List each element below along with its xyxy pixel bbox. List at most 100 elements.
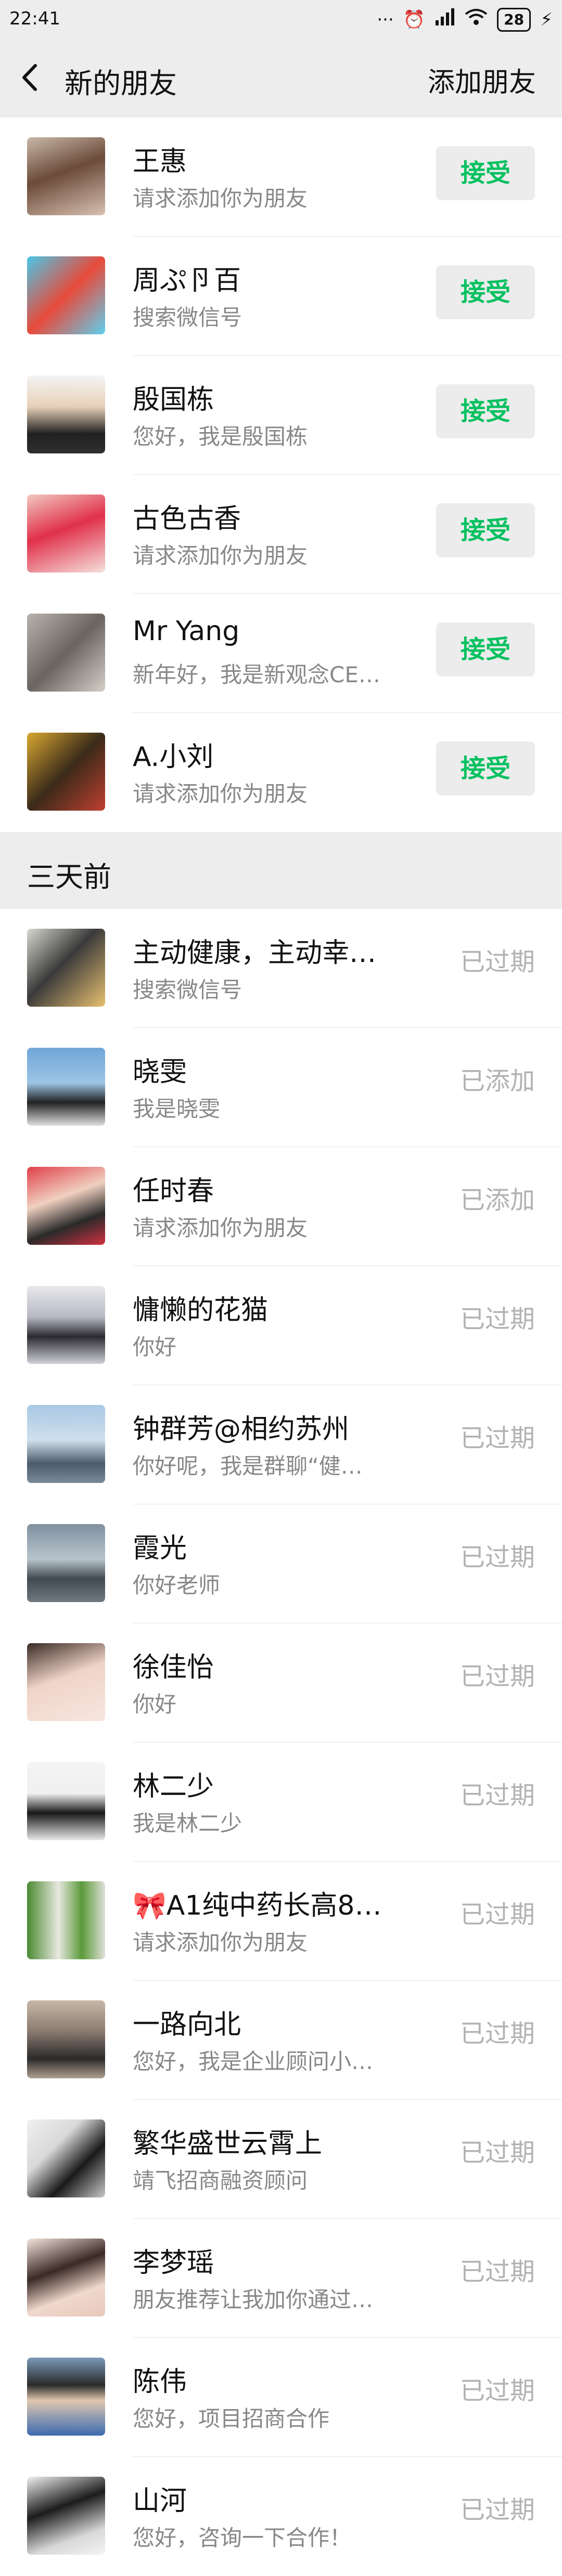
older-requests-list: 主动健康，主动幸… 搜索微信号 已过期 晓雯 我是晓雯 已添加 任时春 请求添加… [0, 909, 562, 2576]
request-row[interactable]: 🎀A1纯中药长高8… 请求添加你为朋友 已过期 [0, 1862, 562, 1981]
request-status: 已过期 [459, 1305, 535, 1334]
request-row[interactable]: 周ぷ卪百 搜索微信号 接受 [0, 237, 562, 356]
signal-icon [435, 6, 455, 33]
contact-name: 钟群芳@相约苏州 [133, 1414, 350, 1445]
avatar [27, 2358, 105, 2436]
request-message: 你好呢，我是群聊“健… [133, 1453, 363, 1479]
request-message: 您好，我是殷国栋 [133, 424, 308, 449]
request-row[interactable]: 任时春 请求添加你为朋友 已添加 [0, 1147, 562, 1266]
accept-button[interactable]: 接受 [436, 384, 535, 438]
request-message: 请求添加你为朋友 [133, 781, 308, 806]
request-status: 已过期 [459, 947, 535, 977]
contact-name: 繁华盛世云霄上 [133, 2128, 323, 2159]
avatar [27, 1762, 105, 1840]
request-row[interactable]: 山河 您好，咨询一下合作！ 已过期 [0, 2457, 562, 2576]
request-row[interactable]: 主动健康，主动幸… 搜索微信号 已过期 [0, 909, 562, 1028]
request-message: 我是林二少 [133, 1811, 242, 1836]
avatar [27, 1881, 105, 1959]
contact-name: 山河 [133, 2486, 187, 2517]
battery-indicator: 28 [497, 8, 531, 32]
add-friend-button[interactable]: 添加朋友 [428, 60, 536, 99]
contact-name: 一路向北 [133, 2009, 241, 2040]
request-status: 已过期 [459, 2138, 535, 2167]
request-row[interactable]: 殷国栋 您好，我是殷国栋 接受 [0, 356, 562, 475]
request-row[interactable]: 繁华盛世云霄上 靖飞招商融资顾问 已过期 [0, 2100, 562, 2219]
accept-button[interactable]: 接受 [436, 622, 535, 676]
request-row[interactable]: 徐佳怡 你好 已过期 [0, 1623, 562, 1742]
contact-name: 霞光 [133, 1533, 187, 1564]
request-row[interactable]: 王惠 请求添加你为朋友 接受 [0, 118, 562, 237]
avatar [27, 375, 105, 453]
contact-name: 任时春 [133, 1176, 214, 1207]
alarm-icon: ⏰ [403, 9, 426, 30]
page-title: 新的朋友 [65, 67, 177, 100]
accept-button[interactable]: 接受 [436, 503, 535, 557]
request-row[interactable]: 钟群芳@相约苏州 你好呢，我是群聊“健… 已过期 [0, 1385, 562, 1504]
contact-name: 徐佳怡 [133, 1652, 214, 1683]
contact-name: 殷国栋 [133, 384, 214, 415]
status-bar: 22:41 ··· ⏰ 28 ⚡ [0, 0, 562, 40]
status-time: 22:41 [9, 8, 60, 29]
contact-name: 慵懒的花猫 [133, 1295, 269, 1326]
request-row[interactable]: 晓雯 我是晓雯 已添加 [0, 1028, 562, 1147]
avatar [27, 256, 105, 334]
request-status: 已过期 [459, 2019, 535, 2048]
contact-name: 主动健康，主动幸… [133, 938, 377, 969]
avatar [27, 1286, 105, 1364]
request-status: 已添加 [459, 1066, 535, 1096]
avatar [27, 1524, 105, 1602]
request-status: 已过期 [459, 2257, 535, 2286]
request-row[interactable]: 林二少 我是林二少 已过期 [0, 1742, 562, 1862]
avatar [27, 2119, 105, 2197]
request-status: 已过期 [459, 1781, 535, 1810]
request-row[interactable]: 霞光 你好老师 已过期 [0, 1504, 562, 1623]
avatar [27, 733, 105, 811]
avatar [27, 929, 105, 1007]
avatar [27, 2239, 105, 2317]
request-row[interactable]: 慵懒的花猫 你好 已过期 [0, 1266, 562, 1385]
request-message: 您好，我是企业顾问小… [133, 2049, 374, 2074]
nav-bar: 新的朋友 添加朋友 [0, 40, 562, 118]
avatar [27, 1167, 105, 1245]
request-message: 新年好，我是新观念CE… [133, 662, 380, 687]
request-status: 已过期 [459, 1662, 535, 1691]
contact-name: 李梦瑶 [133, 2247, 214, 2279]
request-message: 你好老师 [133, 1572, 221, 1598]
request-row[interactable]: 李梦瑶 朋友推荐让我加你通过… 已过期 [0, 2219, 562, 2338]
request-row[interactable]: 陈伟 您好，项目招商合作 已过期 [0, 2338, 562, 2457]
contact-name: 🎀A1纯中药长高8… [133, 1890, 382, 1921]
request-message: 我是晓雯 [133, 1096, 221, 1122]
avatar [27, 137, 105, 215]
request-row[interactable]: A.小刘 请求添加你为朋友 接受 [0, 713, 562, 832]
request-message: 靖飞招商融资顾问 [133, 2168, 308, 2193]
request-status: 已过期 [459, 2495, 535, 2525]
avatar [27, 2477, 105, 2555]
recent-requests-list: 王惠 请求添加你为朋友 接受 周ぷ卪百 搜索微信号 接受 殷国栋 您好，我是殷国… [0, 118, 562, 832]
request-message: 您好，项目招商合作 [133, 2406, 330, 2431]
avatar [27, 495, 105, 573]
request-row[interactable]: 古色古香 请求添加你为朋友 接受 [0, 475, 562, 594]
accept-button[interactable]: 接受 [436, 265, 535, 319]
section-label: 三天前 [27, 861, 111, 893]
request-message: 朋友推荐让我加你通过… [133, 2287, 374, 2312]
request-status: 已过期 [459, 1900, 535, 1929]
contact-name: A.小刘 [133, 741, 214, 773]
more-icon: ··· [377, 9, 394, 30]
request-message: 请求添加你为朋友 [133, 1930, 308, 1955]
accept-button[interactable]: 接受 [436, 741, 535, 796]
contact-name: 林二少 [133, 1771, 214, 1802]
request-message: 你好 [133, 1334, 177, 1360]
accept-button[interactable]: 接受 [436, 146, 535, 200]
request-message: 请求添加你为朋友 [133, 186, 308, 211]
contact-name: 王惠 [133, 146, 187, 177]
wifi-icon [465, 6, 488, 33]
request-message: 请求添加你为朋友 [133, 1215, 308, 1241]
request-row[interactable]: Mr Yang 新年好，我是新观念CE… 接受 [0, 594, 562, 713]
request-status: 已过期 [459, 2376, 535, 2405]
request-message: 搜索微信号 [133, 977, 242, 1003]
avatar [27, 1643, 105, 1721]
status-icons: ··· ⏰ 28 ⚡ [377, 6, 553, 33]
back-arrow-icon[interactable] [16, 59, 47, 96]
request-row[interactable]: 一路向北 您好，我是企业顾问小… 已过期 [0, 1981, 562, 2100]
request-message: 您好，咨询一下合作！ [133, 2525, 352, 2551]
